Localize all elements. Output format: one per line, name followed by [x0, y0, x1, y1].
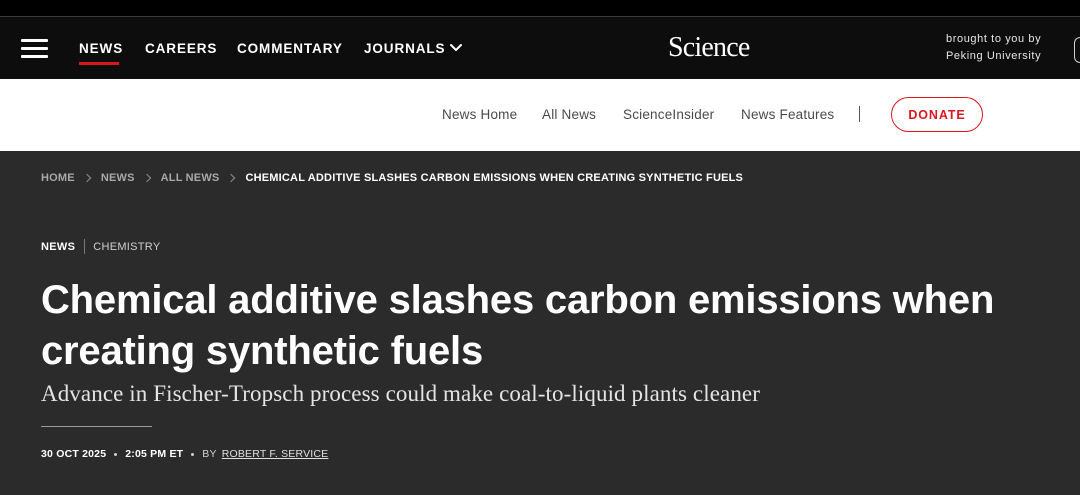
- separator-dot: [114, 452, 118, 456]
- sponsor-line-1: brought to you by: [946, 33, 1042, 45]
- subnav-science-insider[interactable]: ScienceInsider: [623, 107, 714, 122]
- byline-by: BY: [202, 448, 217, 460]
- publish-time: 2:05 PM ET: [125, 448, 184, 460]
- article-header: HOME NEWS ALL NEWS CHEMICAL ADDITIVE SLA…: [0, 151, 1080, 495]
- sponsor-line-2: Peking University: [946, 50, 1042, 62]
- breadcrumb-current: CHEMICAL ADDITIVE SLASHES CARBON EMISSIO…: [245, 172, 744, 184]
- sub-nav: News Home All News ScienceInsider News F…: [0, 79, 1080, 151]
- nav-news[interactable]: NEWS: [79, 41, 123, 56]
- chevron-right-icon: [227, 173, 236, 183]
- nav-journals[interactable]: JOURNALS: [364, 41, 445, 56]
- subnav-divider: [859, 106, 860, 122]
- article-subtitle: Advance in Fischer-Tropsch process could…: [41, 381, 760, 406]
- subnav-news-home[interactable]: News Home: [442, 107, 517, 122]
- article-title: Chemical additive slashes carbon emissio…: [41, 278, 995, 373]
- byline: 30 OCT 2025 2:05 PM ET BY ROBERT F. SERV…: [41, 448, 328, 460]
- sponsor-text: brought to you by Peking University: [946, 31, 1041, 65]
- chevron-right-icon: [82, 173, 92, 183]
- active-nav-indicator: [79, 62, 119, 65]
- top-strip: [0, 0, 1080, 17]
- tag-divider: [84, 239, 86, 254]
- chevron-down-icon[interactable]: [450, 43, 462, 53]
- science-logo[interactable]: Science: [668, 32, 750, 64]
- nav-careers[interactable]: CAREERS: [145, 41, 217, 56]
- tag-news[interactable]: NEWS: [41, 241, 75, 253]
- subnav-news-features[interactable]: News Features: [741, 107, 834, 122]
- article-tags: NEWS CHEMISTRY: [41, 239, 161, 254]
- nav-commentary[interactable]: COMMENTARY: [237, 41, 343, 56]
- donate-button[interactable]: DONATE: [891, 97, 983, 132]
- tag-chemistry[interactable]: CHEMISTRY: [93, 241, 160, 253]
- chevron-right-icon: [142, 173, 151, 183]
- main-nav: NEWS CAREERS COMMENTARY JOURNALS Science…: [0, 17, 1080, 79]
- subnav-all-news[interactable]: All News: [542, 107, 596, 122]
- divider-rule: [41, 426, 152, 427]
- breadcrumb-home[interactable]: HOME: [41, 172, 75, 184]
- breadcrumb-all-news[interactable]: ALL NEWS: [161, 172, 220, 184]
- publish-date: 30 OCT 2025: [41, 448, 107, 460]
- separator-dot: [191, 452, 195, 456]
- sponsor-logo-icon[interactable]: [1074, 37, 1080, 63]
- breadcrumb: HOME NEWS ALL NEWS CHEMICAL ADDITIVE SLA…: [41, 171, 743, 185]
- hamburger-menu-icon[interactable]: [21, 39, 48, 58]
- author-link[interactable]: ROBERT F. SERVICE: [222, 448, 329, 460]
- breadcrumb-news[interactable]: NEWS: [101, 172, 135, 184]
